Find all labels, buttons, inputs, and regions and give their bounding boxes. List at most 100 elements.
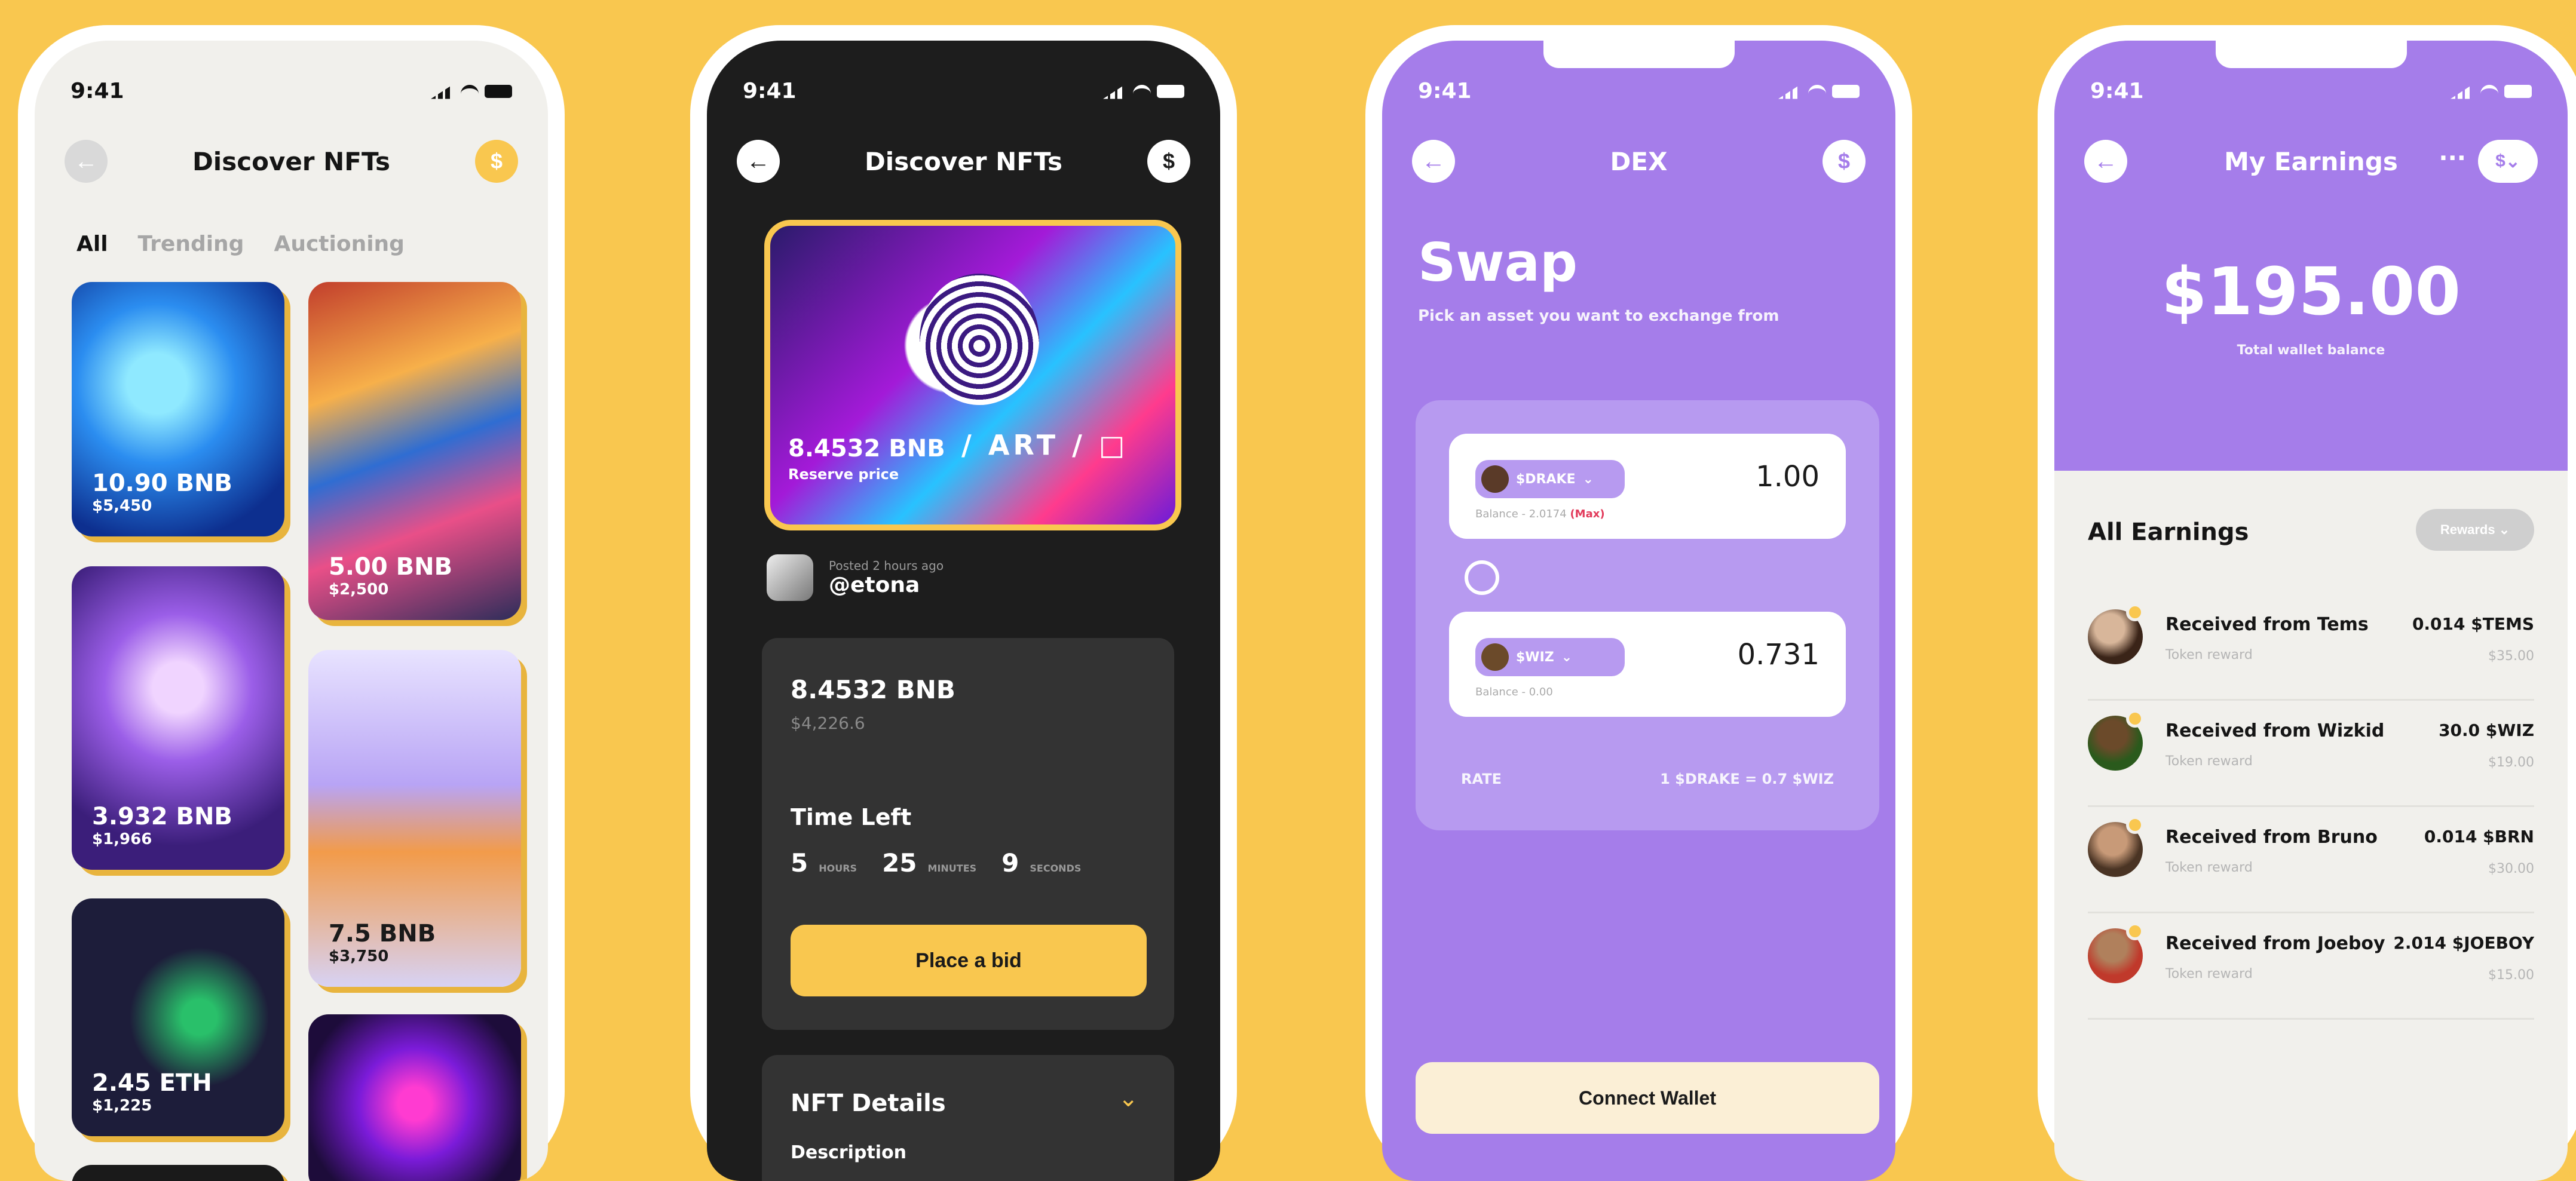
earning-type: Token reward [2165, 967, 2253, 981]
card-price-crypto: 10.90 BNB [92, 470, 232, 497]
notification-dot [2126, 922, 2144, 940]
earning-source: Received from Wizkid [2165, 720, 2385, 741]
to-asset-select[interactable]: $WIZ ⌄ [1475, 638, 1625, 676]
status-bar: 9:41 [71, 79, 512, 103]
nft-card[interactable]: 7.5 BNB $3,750 [308, 650, 521, 987]
author-handle: @etona [829, 572, 920, 597]
chevron-down-icon: ⌄ [2498, 522, 2510, 537]
timer-seconds-label: SECONDS [1030, 863, 1082, 874]
earning-token-amount: 0.014 $BRN [2424, 827, 2534, 846]
header: ← My Earnings ··· $ ⌄ [2084, 136, 2538, 186]
wallet-coin-button[interactable]: $ [1823, 140, 1866, 183]
header: ← DEX $ [1412, 136, 1866, 186]
from-amount[interactable]: 1.00 [1756, 460, 1820, 493]
phone-nft-detail: 9:41 ← Discover NFTs $ / ART / □ 8.4532 … [690, 25, 1237, 1181]
place-bid-button[interactable]: Place a bid [791, 925, 1147, 996]
rewards-filter-dropdown[interactable]: Rewards ⌄ [2416, 509, 2534, 551]
header: ← Discover NFTs $ [65, 136, 518, 186]
battery-icon [1832, 84, 1860, 98]
nft-details-title: NFT Details [791, 1090, 946, 1117]
max-button[interactable]: (Max) [1570, 508, 1604, 520]
hero-glitch-text: / ART / □ [961, 429, 1129, 461]
nft-card[interactable]: 10.90 BNB $5,450 [72, 282, 284, 536]
nft-card[interactable] [72, 1165, 284, 1181]
tab-all[interactable]: All [76, 232, 108, 256]
list-item[interactable]: Received from Bruno Token reward 0.014 $… [2088, 805, 2534, 913]
from-asset-label: $DRAKE [1516, 471, 1576, 487]
arrow-left-icon: ← [2094, 148, 2118, 174]
screen-nft-detail: 9:41 ← Discover NFTs $ / ART / □ 8.4532 … [707, 41, 1220, 1181]
posted-time: Posted 2 hours ago [829, 558, 944, 573]
earning-token-amount: 0.014 $TEMS [2412, 614, 2534, 634]
currency-select-button[interactable]: $ ⌄ [2478, 140, 2538, 183]
status-bar: 9:41 [743, 79, 1184, 103]
wallet-balance: $195.00 [2161, 253, 2461, 330]
connect-wallet-button[interactable]: Connect Wallet [1416, 1062, 1879, 1134]
chevron-down-icon[interactable]: ⌄ [1118, 1085, 1138, 1112]
back-button[interactable]: ← [65, 140, 108, 183]
nft-details-panel[interactable]: NFT Details ⌄ Description [762, 1055, 1174, 1181]
nft-card[interactable]: 3.932 BNB $1,966 [72, 566, 284, 870]
list-item[interactable]: Received from Wizkid Token reward 30.0 $… [2088, 699, 2534, 807]
status-bar: 9:41 [2090, 79, 2532, 103]
card-price: 3.932 BNB $1,966 [92, 803, 232, 848]
hero-price: 8.4532 BNB [788, 435, 945, 462]
status-time: 9:41 [1418, 79, 1472, 103]
hero-price-label: Reserve price [788, 466, 899, 483]
battery-icon [485, 84, 512, 98]
nft-card[interactable] [308, 1014, 521, 1181]
status-time: 9:41 [2090, 79, 2144, 103]
swap-direction-icon[interactable] [1465, 560, 1499, 595]
back-button[interactable]: ← [2084, 140, 2127, 183]
wallet-coin-button[interactable]: $ [475, 140, 518, 183]
from-balance-value: Balance - 2.0174 [1475, 508, 1567, 520]
notification-dot [2126, 710, 2144, 728]
status-icons [431, 79, 512, 103]
timer-minutes: 25 [882, 848, 917, 878]
timer-minutes-label: MINUTES [927, 863, 977, 874]
list-item[interactable]: Received from Tems Token reward 0.014 $T… [2088, 593, 2534, 701]
dollar-coin-icon: $ [1837, 149, 1851, 173]
tab-auctioning[interactable]: Auctioning [274, 232, 404, 256]
from-asset-field[interactable]: $DRAKE ⌄ 1.00 Balance - 2.0174 (Max) [1449, 434, 1846, 539]
notification-dot [2126, 816, 2144, 834]
to-asset-label: $WIZ [1516, 649, 1554, 665]
countdown-timer: 5 HOURS 25 MINUTES 9 SECONDS [791, 848, 1095, 878]
chevron-down-icon: ⌄ [2505, 151, 2520, 171]
timer-hours: 5 [791, 848, 808, 878]
chevron-down-icon: ⌄ [1561, 649, 1573, 665]
bid-panel: 8.4532 BNB $4,226.6 Time Left 5 HOURS 25… [762, 638, 1174, 1030]
battery-icon [2504, 84, 2532, 98]
wallet-balance-label: Total wallet balance [2237, 343, 2385, 358]
nft-card[interactable]: 2.45 ETH $1,225 [72, 898, 284, 1136]
earning-type: Token reward [2165, 860, 2253, 875]
status-icons [1103, 79, 1184, 103]
more-icon[interactable]: ··· [2439, 145, 2466, 172]
timer-hours-label: HOURS [819, 863, 857, 874]
card-price: 7.5 BNB $3,750 [329, 920, 436, 965]
nft-hero-image[interactable]: / ART / □ 8.4532 BNB Reserve price [764, 220, 1181, 530]
back-button[interactable]: ← [1412, 140, 1455, 183]
arrow-left-icon: ← [746, 148, 770, 174]
to-amount[interactable]: 0.731 [1738, 638, 1820, 671]
earning-type: Token reward [2165, 648, 2253, 662]
wallet-coin-button[interactable]: $ [1147, 140, 1190, 183]
to-balance: Balance - 0.00 [1475, 686, 1553, 698]
back-button[interactable]: ← [737, 140, 780, 183]
to-asset-field[interactable]: $WIZ ⌄ 0.731 Balance - 0.00 [1449, 612, 1846, 717]
current-bid: 8.4532 BNB [791, 675, 955, 704]
arrow-left-icon: ← [74, 148, 98, 174]
card-price-crypto: 7.5 BNB [329, 920, 436, 947]
card-price-crypto: 5.00 BNB [329, 553, 453, 581]
earning-source: Received from Tems [2165, 614, 2369, 635]
wifi-icon [461, 84, 479, 98]
author-row[interactable]: Posted 2 hours ago @etona [767, 554, 944, 601]
wifi-icon [1808, 84, 1826, 98]
nft-card[interactable]: 5.00 BNB $2,500 [308, 282, 521, 620]
list-item[interactable]: Received from Joeboy Token reward 2.014 … [2088, 912, 2534, 1020]
from-asset-select[interactable]: $DRAKE ⌄ [1475, 460, 1625, 498]
screen-dex-swap: 9:41 ← DEX $ Swap Pick an asset you want… [1382, 41, 1895, 1181]
tab-trending[interactable]: Trending [138, 232, 244, 256]
card-price: 5.00 BNB $2,500 [329, 553, 452, 599]
description-label: Description [791, 1142, 907, 1163]
